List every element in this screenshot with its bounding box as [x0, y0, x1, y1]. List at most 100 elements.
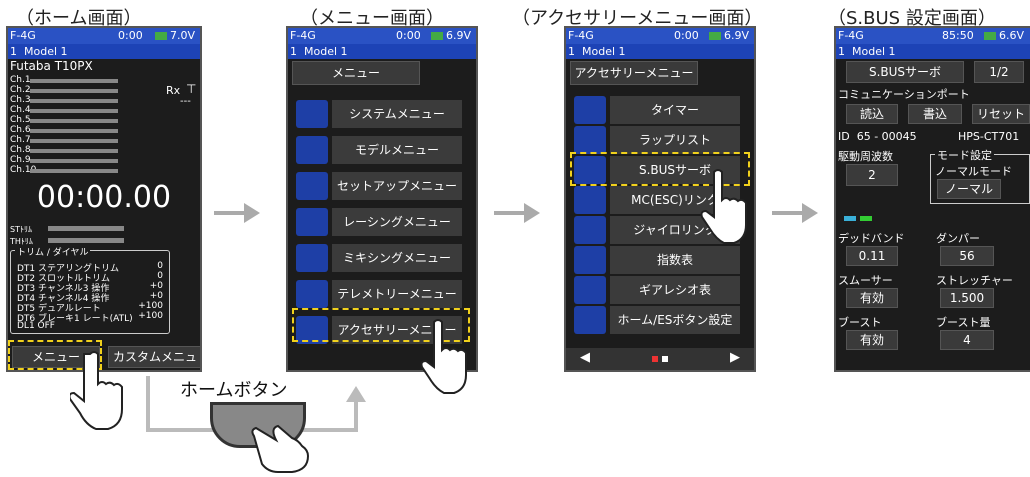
- menu-item-label: 指数表: [610, 246, 740, 274]
- battery-icon: [709, 32, 721, 40]
- channel-label: Ch.3: [10, 95, 31, 105]
- smoother-label: スムーサー: [838, 274, 893, 287]
- channel-bar: [30, 149, 118, 153]
- flow-arrow: [772, 211, 804, 215]
- gear-icon: [574, 276, 606, 304]
- channel-bar: [30, 79, 118, 83]
- menu-item-label: ミキシングメニュー: [332, 244, 462, 272]
- menu-item-timer[interactable]: タイマー: [574, 96, 740, 124]
- signal-indicator: [844, 216, 856, 221]
- accessory-title: アクセサリーメニュー: [570, 61, 698, 85]
- hand-pointer-icon: [700, 169, 747, 244]
- menu-item-label: テレメトリーメニュー: [332, 280, 462, 308]
- battery-icon: [431, 32, 443, 40]
- deadband-label: デッドバンド: [838, 232, 905, 245]
- comm-port-label: コミュニケーションポート: [838, 88, 970, 101]
- channel-bar: [30, 169, 118, 173]
- model-icon: [296, 136, 328, 164]
- arrow-head-icon: [244, 203, 260, 223]
- channel-label: Ch.5: [10, 115, 31, 125]
- model-bar: 1 Model 1: [836, 44, 1030, 59]
- model-bar: 1 Model 1: [566, 44, 754, 59]
- write-button[interactable]: 書込: [908, 104, 962, 124]
- hand-pointer-icon: [70, 351, 123, 430]
- signal-indicator: [860, 216, 872, 221]
- channel-bar: [30, 139, 118, 143]
- hand-pointer-icon: [251, 424, 310, 473]
- hand-pointer-icon: [420, 319, 467, 394]
- index-icon: [574, 246, 606, 274]
- model-type: F-4G: [290, 29, 316, 42]
- trim-row: DL1 OFF: [17, 321, 55, 331]
- home-button-flow-line: [354, 400, 358, 432]
- voltage: 6.6V: [999, 29, 1025, 42]
- menu-item-label: セットアップメニュー: [332, 172, 462, 200]
- next-page-button[interactable]: ▶: [730, 350, 740, 365]
- voltage: 6.9V: [446, 29, 472, 42]
- channel-bar: [30, 159, 118, 163]
- home-button-label: ホームボタン: [180, 380, 288, 401]
- prev-page-button[interactable]: ◀: [580, 350, 590, 365]
- st-trim-bar: [48, 226, 124, 231]
- deadband-value[interactable]: 0.11: [846, 246, 898, 266]
- model-number: 1: [568, 45, 575, 58]
- home-button-flow-line: [146, 376, 150, 432]
- menu-item-mixing[interactable]: ミキシングメニュー: [296, 244, 462, 272]
- boost-value[interactable]: 有効: [846, 330, 898, 350]
- gyro-icon: [574, 216, 606, 244]
- page-indicator: [652, 356, 658, 362]
- timer-display[interactable]: 00:00.00: [8, 180, 200, 215]
- status-bar: F-4G 0:00 7.0V: [8, 28, 200, 44]
- antenna-icon: ⊤: [186, 82, 197, 96]
- channel-bar: [30, 99, 118, 103]
- page-number[interactable]: 1/2: [974, 61, 1024, 83]
- stretcher-value[interactable]: 1.500: [940, 288, 994, 308]
- channel-label: Ch.1: [10, 75, 31, 85]
- model-type: F-4G: [568, 29, 594, 42]
- arrow-up-icon: [346, 386, 366, 402]
- model-name: Model 1: [852, 45, 896, 58]
- channel-label: Ch.6: [10, 125, 31, 135]
- menu-item-telemetry[interactable]: テレメトリーメニュー: [296, 280, 462, 308]
- reset-button[interactable]: リセット: [972, 104, 1030, 124]
- trim-panel-title: トリム / ダイヤル: [15, 245, 91, 258]
- menu-item-racing[interactable]: レーシングメニュー: [296, 208, 462, 236]
- menu-item-laplist[interactable]: ラップリスト: [574, 126, 740, 154]
- menu-item-index[interactable]: 指数表: [574, 246, 740, 274]
- menu-item-system[interactable]: システムメニュー: [296, 100, 462, 128]
- channel-label: Ch.4: [10, 105, 31, 115]
- sbus-screen: F-4G 85:50 6.6V 1 Model 1 S.BUSサーボ 1/2 コ…: [834, 26, 1030, 372]
- trim-dial-panel: トリム / ダイヤル DT1 ステアリングトリム 0 DT2 スロットルトリム 0 …: [10, 245, 170, 334]
- stretcher-label: ストレッチャー: [936, 274, 1013, 287]
- damper-value[interactable]: 56: [940, 246, 994, 266]
- damper-label: ダンパー: [936, 232, 980, 245]
- arrow-head-icon: [802, 203, 818, 223]
- read-button[interactable]: 読込: [846, 104, 898, 124]
- menu-item-label: レーシングメニュー: [332, 208, 462, 236]
- status-bar: F-4G 0:00 6.9V: [288, 28, 476, 44]
- menu-item-model[interactable]: モデルメニュー: [296, 136, 462, 164]
- flow-arrow: [214, 211, 246, 215]
- timer-clock: 0:00: [674, 29, 699, 42]
- menu-item-home-es[interactable]: ホーム/ESボタン設定: [574, 306, 740, 334]
- boost-amount-value[interactable]: 4: [940, 330, 994, 350]
- mc-icon: [574, 186, 606, 214]
- menu-item-setup[interactable]: セットアップメニュー: [296, 172, 462, 200]
- boost-label: ブースト: [838, 316, 882, 329]
- boost-amount-label: ブースト量: [936, 316, 991, 329]
- menu-item-gear-ratio[interactable]: ギアレシオ表: [574, 276, 740, 304]
- mode-group-title: モード設定: [935, 147, 994, 163]
- model-name: Model 1: [582, 45, 626, 58]
- freq-value[interactable]: 2: [846, 164, 898, 186]
- voltage: 7.0V: [170, 29, 196, 42]
- battery-icon: [155, 32, 167, 40]
- radio-name: Futaba T10PX: [10, 59, 93, 73]
- mode-value[interactable]: ノーマル: [937, 179, 1001, 199]
- channel-label: Ch.9: [10, 155, 31, 165]
- smoother-value[interactable]: 有効: [846, 288, 898, 308]
- mode-group: モード設定 ノーマルモード ノーマル: [930, 147, 1030, 204]
- timer-icon: [574, 96, 606, 124]
- rx-value: ---: [180, 96, 191, 107]
- flow-arrow: [494, 211, 526, 215]
- freq-label: 駆動周波数: [838, 150, 893, 163]
